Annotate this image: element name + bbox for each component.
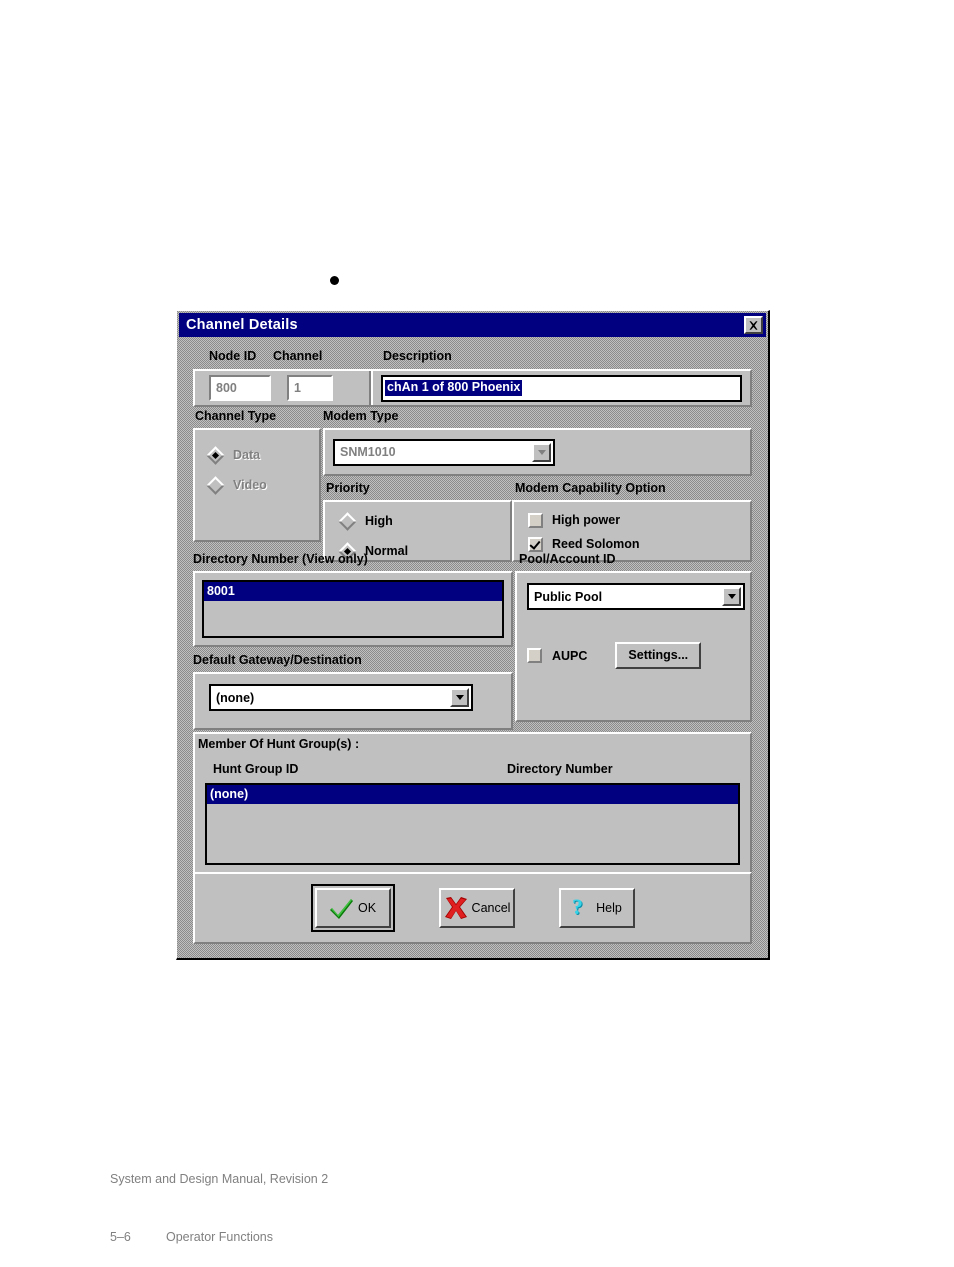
dialog-title: Channel Details <box>186 317 298 333</box>
cancel-x-icon <box>444 897 467 919</box>
footer-page-line: 5–6 Operator Functions <box>110 1228 328 1247</box>
hunt-group-listbox[interactable]: (none) <box>205 783 740 865</box>
help-button[interactable]: ? ? Help <box>558 888 635 928</box>
column-header-hunt-group-id: Hunt Group ID <box>213 762 299 776</box>
channel-type-group: Data Video <box>193 428 321 542</box>
node-id-label: Node ID <box>209 349 257 363</box>
node-id-field[interactable]: 800 <box>209 375 271 401</box>
dialog-button-bar: OK Cancel ? ? Help <box>193 872 752 944</box>
modem-type-dropdown[interactable]: SNM1010 <box>333 438 555 466</box>
radio-channel-type-data[interactable]: Data <box>206 442 319 468</box>
modem-capability-label: Modem Capability Option <box>515 481 666 495</box>
aupc-row: AUPC Settings... <box>527 642 750 669</box>
radio-off-icon <box>338 511 357 531</box>
radio-label: Video <box>233 478 267 492</box>
description-label: Description <box>383 349 452 363</box>
directory-pool-row: Directory Number (View only) 8001 Defaul… <box>193 552 752 730</box>
channel-field[interactable]: 1 <box>287 375 333 401</box>
radio-label: High <box>365 514 393 528</box>
chevron-down-icon[interactable] <box>450 688 469 707</box>
question-mark-icon: ? ? <box>572 896 584 920</box>
help-button-label: Help <box>596 901 622 915</box>
description-value: chAn 1 of 800 Phoenix <box>385 379 523 397</box>
modem-type-value: SNM1010 <box>340 445 396 459</box>
page-footer: System and Design Manual, Revision 2 5–6… <box>110 1131 328 1267</box>
svg-text:?: ? <box>572 896 583 919</box>
footer-page-number: 5–6 <box>110 1229 131 1244</box>
hunt-group-label-strip: Member Of Hunt Group(s) : <box>193 732 752 754</box>
pool-account-label: Pool/Account ID <box>519 552 616 566</box>
table-row[interactable]: (none) <box>207 785 738 805</box>
pool-account-value: Public Pool <box>534 589 603 604</box>
cancel-button-label: Cancel <box>471 901 511 915</box>
chevron-down-icon[interactable] <box>722 587 741 606</box>
default-gateway-label: Default Gateway/Destination <box>193 653 362 667</box>
pool-account-dropdown[interactable]: Public Pool <box>527 583 745 610</box>
checkbox-label: High power <box>552 513 621 527</box>
identity-panel: 800 1 chAn 1 of 800 Phoenix <box>193 369 752 407</box>
hunt-group-panel: Hunt Group ID Directory Number (none) <box>193 754 752 877</box>
directory-number-listbox[interactable]: 8001 <box>202 580 504 638</box>
modem-type-group: SNM1010 <box>323 428 752 476</box>
ok-button[interactable]: OK <box>314 888 391 928</box>
settings-button[interactable]: Settings... <box>615 642 702 669</box>
ok-button-label: OK <box>357 901 377 915</box>
channel-type-label: Channel Type <box>195 409 277 423</box>
default-gateway-group: (none) <box>193 672 513 730</box>
aupc-label: AUPC <box>552 648 588 663</box>
type-row: Channel Type Modem Type Data Video SNM10… <box>193 409 752 562</box>
body-bullet <box>330 276 339 285</box>
hunt-group-label: Member Of Hunt Group(s) : <box>198 737 360 751</box>
directory-number-group: 8001 <box>193 571 513 647</box>
channel-label: Channel <box>273 349 323 363</box>
hunt-group-row: Member Of Hunt Group(s) : Hunt Group ID … <box>193 732 752 877</box>
radio-priority-high[interactable]: High <box>338 508 510 534</box>
radio-label: Data <box>233 448 261 462</box>
identity-row: Node ID Channel Description 800 1 chAn 1… <box>193 349 752 407</box>
pool-account-group: Public Pool AUPC Settings... <box>515 571 752 722</box>
footer-manual-line: System and Design Manual, Revision 2 <box>110 1171 329 1186</box>
dialog-titlebar[interactable]: Channel Details <box>179 313 766 337</box>
checkbox-label: Reed Solomon <box>552 537 640 551</box>
chevron-down-icon[interactable] <box>532 442 551 462</box>
checkbox-unchecked-icon <box>528 512 543 528</box>
ok-default-ring: OK <box>310 884 395 932</box>
checkbox-aupc[interactable] <box>527 648 542 663</box>
channel-details-dialog: Channel Details Node ID Channel Descript… <box>176 310 770 960</box>
directory-column: Directory Number (View only) 8001 Defaul… <box>193 552 513 730</box>
hunt-group-header: Hunt Group ID Directory Number <box>205 762 740 783</box>
priority-label: Priority <box>326 481 370 495</box>
radio-off-icon <box>206 475 225 495</box>
checkbox-checked-icon <box>528 536 543 552</box>
cancel-button[interactable]: Cancel <box>438 888 515 928</box>
default-gateway-dropdown[interactable]: (none) <box>209 684 473 711</box>
directory-number-label: Directory Number (View only) <box>193 552 368 566</box>
column-header-directory-number: Directory Number <box>507 762 613 776</box>
radio-channel-type-video[interactable]: Video <box>206 472 319 498</box>
footer-section: Operator Functions <box>166 1229 273 1244</box>
list-item[interactable]: 8001 <box>204 582 502 602</box>
checkmark-icon <box>329 899 353 919</box>
description-field[interactable]: chAn 1 of 800 Phoenix <box>381 374 742 402</box>
modem-type-label: Modem Type <box>323 409 399 423</box>
checkbox-high-power[interactable]: High power <box>528 508 750 532</box>
pool-column: Pool/Account ID Public Pool AUPC Setting… <box>515 552 752 722</box>
radio-on-icon <box>206 445 225 465</box>
default-gateway-value: (none) <box>216 690 255 705</box>
close-icon[interactable] <box>744 316 763 334</box>
